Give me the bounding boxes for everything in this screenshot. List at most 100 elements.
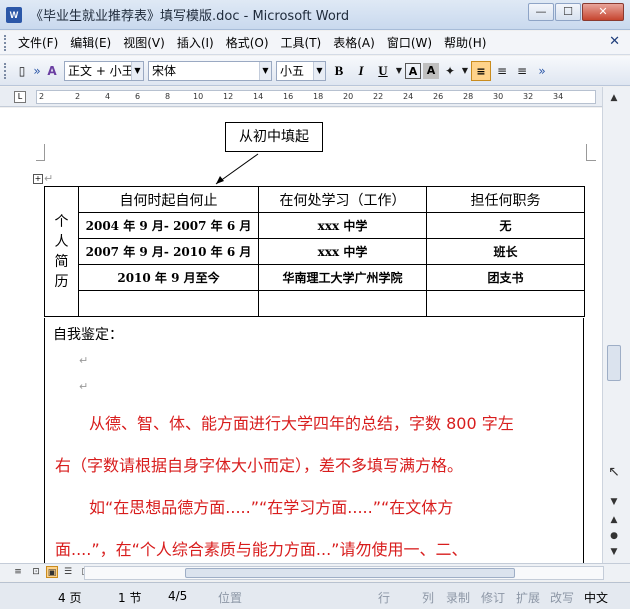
menu-tools[interactable]: 工具(T) bbox=[275, 32, 328, 54]
ruler-track[interactable]: 2 2 4 6 8 10 12 14 16 18 20 22 24 26 28 … bbox=[36, 90, 596, 104]
margin-mark bbox=[586, 160, 596, 161]
menu-grip[interactable] bbox=[4, 34, 8, 51]
ruler-number: 22 bbox=[373, 92, 384, 101]
ruler-number: 26 bbox=[433, 92, 444, 101]
table-row: 个 人 简 历 自何时起自何止 在何处学习（工作） 担任何职务 bbox=[44, 186, 585, 317]
font-dropdown[interactable]: 宋体 ▼ bbox=[148, 60, 272, 81]
toolbar-grip[interactable] bbox=[4, 62, 8, 79]
close-button[interactable]: ✕ bbox=[582, 3, 624, 21]
toolbar-more-icon[interactable]: » bbox=[533, 62, 551, 80]
chevron-down-icon[interactable]: ▼ bbox=[131, 61, 143, 80]
minimize-button[interactable]: — bbox=[528, 3, 554, 21]
instruction-line-3: 如“在思想品德方面.....”“在学习方面.....”“在文体方 bbox=[89, 498, 454, 517]
bold-button[interactable]: B bbox=[329, 61, 349, 81]
self-assessment-box[interactable]: 自我鉴定： ↵ ↵ 从德、智、体、能方面进行大学四年的总结，字数 800 字左 … bbox=[44, 318, 584, 563]
table-cell[interactable]: 无 bbox=[426, 212, 585, 239]
table-cell[interactable]: xxx 中学 bbox=[258, 212, 427, 239]
scroll-down-icon[interactable]: ▼ bbox=[607, 495, 621, 509]
next-page-icon[interactable]: ▼ bbox=[607, 545, 621, 559]
underline-button[interactable]: U bbox=[373, 61, 393, 81]
table-cell[interactable]: 华南理工大学广州学院 bbox=[258, 264, 427, 291]
table-cell[interactable]: 2004 年 9 月- 2007 年 6 月 bbox=[78, 212, 259, 239]
header-position[interactable]: 担任何职务 bbox=[426, 186, 585, 213]
tab-selector[interactable]: L bbox=[14, 91, 26, 103]
header-place[interactable]: 在何处学习（工作） bbox=[258, 186, 427, 213]
ruler-number: 6 bbox=[135, 92, 141, 101]
status-overtype[interactable]: 改写 bbox=[550, 589, 574, 606]
new-document-icon[interactable]: ▯ bbox=[13, 62, 31, 80]
word-app-icon[interactable]: W bbox=[6, 6, 22, 23]
header-period[interactable]: 自何时起自何止 bbox=[78, 186, 259, 213]
chevron-down-icon[interactable]: ▼ bbox=[259, 61, 271, 80]
table-row: 2007 年 9 月- 2010 年 6 月 xxx 中学 班长 bbox=[45, 238, 585, 265]
margin-mark bbox=[44, 144, 45, 160]
status-line: 行 bbox=[378, 591, 391, 605]
table-move-handle-icon[interactable]: + bbox=[33, 174, 43, 184]
style-dropdown[interactable]: 正文 + 小王 ▼ bbox=[64, 60, 144, 81]
status-section: 1 节 bbox=[118, 591, 142, 605]
vertical-scroll-thumb[interactable] bbox=[607, 345, 621, 381]
toolbar-options-icon[interactable]: » bbox=[33, 62, 41, 80]
previous-page-icon[interactable]: ▲ bbox=[607, 513, 621, 527]
menu-edit[interactable]: 编辑(E) bbox=[64, 32, 117, 54]
menu-table[interactable]: 表格(A) bbox=[327, 32, 381, 54]
table-cell[interactable] bbox=[258, 290, 427, 317]
menu-view[interactable]: 视图(V) bbox=[117, 32, 171, 54]
status-record[interactable]: 录制 bbox=[446, 589, 470, 606]
menu-window[interactable]: 窗口(W) bbox=[381, 32, 438, 54]
horizontal-scrollbar[interactable] bbox=[84, 566, 604, 580]
horizontal-scroll-thumb[interactable] bbox=[185, 568, 515, 578]
wand-icon[interactable]: ✦ bbox=[441, 62, 459, 80]
menu-help[interactable]: 帮助(H) bbox=[438, 32, 492, 54]
table-cell[interactable]: 班长 bbox=[426, 238, 585, 265]
web-view-icon[interactable]: ⊡ bbox=[30, 566, 42, 578]
paragraph-mark: ↵ bbox=[79, 380, 89, 393]
print-view-icon[interactable]: ▣ bbox=[46, 566, 58, 578]
normal-view-icon[interactable]: ≡ bbox=[12, 566, 24, 578]
outline-view-icon[interactable]: ☰ bbox=[62, 566, 74, 578]
ruler-number: 28 bbox=[463, 92, 474, 101]
table-cell[interactable]: xxx 中学 bbox=[258, 238, 427, 265]
table-cell[interactable] bbox=[78, 290, 259, 317]
align-right-icon[interactable]: ≡ bbox=[513, 62, 531, 80]
status-track-changes[interactable]: 修订 bbox=[481, 589, 505, 606]
menu-insert[interactable]: 插入(I) bbox=[171, 32, 220, 54]
close-document-icon[interactable]: ✕ bbox=[609, 34, 620, 49]
callout-arrow bbox=[215, 153, 259, 185]
align-justify-button[interactable]: ≡ bbox=[471, 60, 491, 81]
ruler-number: 4 bbox=[105, 92, 111, 101]
font-size-dropdown[interactable]: 小五 ▼ bbox=[276, 60, 326, 81]
maximize-button[interactable]: ☐ bbox=[555, 3, 581, 21]
italic-button[interactable]: I bbox=[351, 61, 371, 81]
styles-icon[interactable]: A bbox=[43, 62, 61, 80]
align-center-icon[interactable]: ≡ bbox=[493, 62, 511, 80]
scroll-up-icon[interactable]: ▲ bbox=[607, 91, 621, 105]
wand-options-icon[interactable]: ▼ bbox=[461, 62, 469, 80]
title-bar: W 《毕业生就业推荐表》填写模版.doc - Microsoft Word — … bbox=[0, 0, 630, 30]
document-area[interactable]: 从初中填起 + ↵ 个 人 简 历 自何时起自何止 在何处学习（工作） 担任何职… bbox=[0, 108, 602, 563]
vertical-scrollbar[interactable]: ▲ ↖ ▼ ▲ ● ▼ bbox=[602, 87, 630, 563]
font-value: 宋体 bbox=[152, 63, 177, 78]
char-border-button[interactable]: A bbox=[405, 62, 421, 79]
horizontal-ruler[interactable]: L 2 2 4 6 8 10 12 14 16 18 20 22 24 26 2… bbox=[0, 87, 630, 107]
char-shading-button[interactable]: A bbox=[423, 62, 439, 79]
cursor-arrow-icon: ↖ bbox=[608, 464, 620, 480]
menu-format[interactable]: 格式(O) bbox=[220, 32, 275, 54]
paragraph-mark: ↵ bbox=[44, 172, 54, 185]
ruler-number: 32 bbox=[523, 92, 534, 101]
browse-object-icon[interactable]: ● bbox=[607, 529, 621, 543]
chevron-down-icon[interactable]: ▼ bbox=[313, 61, 325, 80]
status-pages: 4/5 bbox=[168, 589, 188, 603]
resume-table: 个 人 简 历 自何时起自何止 在何处学习（工作） 担任何职务 2004 年 9… bbox=[44, 186, 585, 317]
menu-file[interactable]: 文件(F) bbox=[12, 32, 64, 54]
ruler-number: 8 bbox=[165, 92, 171, 101]
table-cell[interactable] bbox=[426, 290, 585, 317]
ruler-number: 14 bbox=[253, 92, 264, 101]
table-cell[interactable]: 2007 年 9 月- 2010 年 6 月 bbox=[78, 238, 259, 265]
table-cell[interactable]: 团支书 bbox=[426, 264, 585, 291]
status-extend[interactable]: 扩展 bbox=[516, 589, 540, 606]
underline-options-icon[interactable]: ▼ bbox=[395, 62, 403, 80]
self-assessment-label: 自我鉴定： bbox=[53, 327, 123, 343]
status-language: 中文 bbox=[584, 591, 609, 605]
table-cell[interactable]: 2010 年 9 月至今 bbox=[78, 264, 259, 291]
